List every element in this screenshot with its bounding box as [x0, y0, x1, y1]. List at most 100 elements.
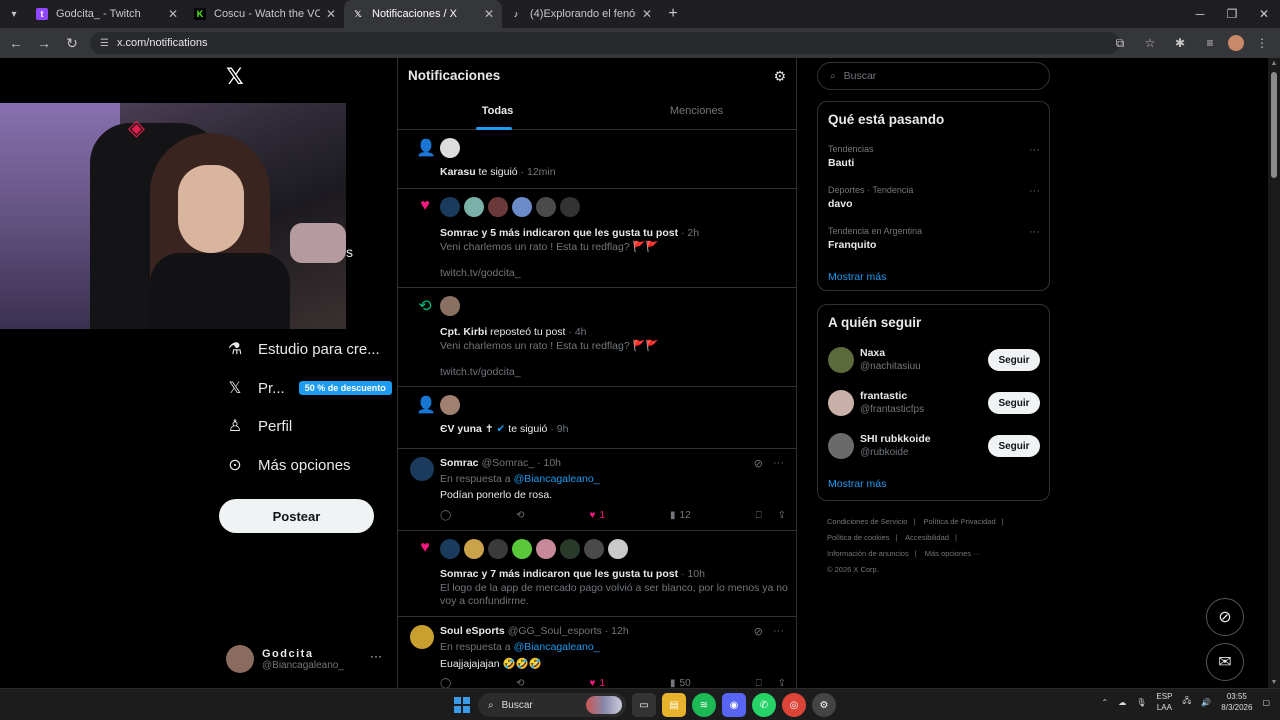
avatar[interactable]	[464, 197, 484, 217]
reply-icon[interactable]: ◯	[440, 678, 451, 688]
taskbar-search[interactable]: ⌕ Buscar	[478, 693, 626, 717]
scroll-down-icon[interactable]: ▼	[1270, 679, 1278, 686]
avatar[interactable]	[512, 197, 532, 217]
tab-twitch[interactable]: t Godcita_ - Twitch ✕	[28, 0, 186, 28]
follow-show-more-link[interactable]: Mostrar más	[828, 478, 886, 490]
address-bar[interactable]: ☰ x.com/notifications	[90, 32, 1120, 54]
account-switcher[interactable]: Godcita @Biancagaleano_ ···	[226, 643, 386, 675]
tweet-handle[interactable]: @GG_Soul_esports	[508, 625, 602, 637]
tab-kick[interactable]: K Coscu - Watch the VOD on Kick ✕	[186, 0, 344, 28]
notification-user[interactable]: Somrac	[440, 568, 479, 580]
chevron-up-icon[interactable]: ⌃	[1102, 698, 1109, 707]
notification-center-icon[interactable]: ▢	[1262, 698, 1270, 707]
nav-item-profile[interactable]: ♙ Perfil	[226, 413, 292, 439]
notification-user[interactable]: ЄV yuna ✝	[440, 423, 494, 435]
minimize-icon[interactable]: ─	[1184, 0, 1216, 28]
tweet-author[interactable]: Somrac	[440, 457, 479, 469]
more-dots-icon[interactable]: ···	[370, 649, 382, 663]
footer-link[interactable]: Más opciones ···	[925, 549, 981, 558]
footer-link[interactable]: Política de Privacidad	[924, 517, 996, 526]
discord-icon[interactable]: ◉	[722, 693, 746, 717]
new-tab-button[interactable]: +	[660, 5, 686, 23]
follow-suggestion[interactable]: frantastic @frantasticfps Seguir	[828, 388, 1040, 418]
avatar[interactable]	[536, 197, 556, 217]
post-link[interactable]: twitch.tv/godcita_	[440, 267, 521, 279]
views-button[interactable]: ▮ 50	[670, 678, 691, 688]
scrollbar-thumb[interactable]	[1271, 72, 1277, 178]
whatsapp-icon[interactable]: ✆	[752, 693, 776, 717]
volume-icon[interactable]: 🔊	[1201, 698, 1211, 707]
avatar[interactable]	[536, 539, 556, 559]
install-app-icon[interactable]: ⧉	[1108, 31, 1132, 55]
restore-icon[interactable]: ❐	[1216, 0, 1248, 28]
reply-tweet[interactable]: Somrac @Somrac_ · 10h ⊘ ··· En respuesta…	[398, 449, 796, 531]
footer-link[interactable]: Política de cookies	[827, 533, 890, 542]
tab-x-notifications[interactable]: 𝕏 Notificaciones / X ✕	[344, 0, 502, 28]
nav-item-more-options[interactable]: ⊙ Más opciones	[226, 452, 350, 478]
avatar[interactable]	[584, 539, 604, 559]
trend-item[interactable]: Tendencias Bauti ···	[828, 144, 1040, 169]
avatar[interactable]	[608, 539, 628, 559]
bookmark-icon[interactable]: ⎕	[756, 510, 762, 521]
avatar[interactable]	[488, 539, 508, 559]
windows-start-icon[interactable]	[454, 697, 470, 713]
avatar[interactable]	[488, 197, 508, 217]
trend-item[interactable]: Tendencia en Argentina Franquito ···	[828, 226, 1040, 251]
notification-item[interactable]: 👤 Karasu te siguió · 12min	[398, 130, 796, 189]
tab-search-menu[interactable]: ▾	[0, 0, 28, 28]
close-window-icon[interactable]: ✕	[1248, 0, 1280, 28]
reply-icon[interactable]: ◯	[440, 510, 451, 521]
tab-mentions[interactable]: Menciones	[597, 98, 796, 130]
avatar[interactable]	[410, 625, 434, 649]
avatar[interactable]	[560, 539, 580, 559]
avatar[interactable]	[828, 433, 854, 459]
profile-avatar-icon[interactable]	[1228, 35, 1244, 51]
follow-suggestion[interactable]: Naxa @nachitasiuu Seguir	[828, 345, 1040, 375]
notification-user[interactable]: Karasu	[440, 166, 476, 178]
follow-suggestion[interactable]: SHI rubkkoide @rubkoide Seguir	[828, 431, 1040, 461]
forward-icon[interactable]: →	[32, 31, 56, 55]
file-explorer-icon[interactable]: ▤	[662, 693, 686, 717]
close-icon[interactable]: ✕	[168, 7, 178, 21]
grok-icon[interactable]: ⊘	[754, 457, 763, 470]
share-icon[interactable]: ⇪	[778, 510, 786, 521]
steam-icon[interactable]: ⚙	[812, 693, 836, 717]
notification-user[interactable]: Somrac	[440, 227, 479, 239]
reply-tweet[interactable]: Soul eSports @GG_Soul_esports · 12h ⊘ ··…	[398, 617, 796, 688]
nav-item-creator-studio[interactable]: ⚗ Estudio para cre...	[226, 336, 380, 362]
avatar[interactable]	[464, 539, 484, 559]
more-dots-icon[interactable]: ···	[1029, 144, 1040, 156]
tweet-handle[interactable]: @Somrac_	[481, 457, 534, 469]
footer-link[interactable]: Información de anuncios	[827, 549, 909, 558]
page-scrollbar[interactable]: ▲ ▼	[1268, 58, 1280, 688]
network-icon[interactable]: 🖧	[1182, 695, 1191, 709]
trends-show-more-link[interactable]: Mostrar más	[828, 271, 886, 283]
extensions-icon[interactable]: ✱	[1168, 31, 1192, 55]
site-info-icon[interactable]: ☰	[100, 38, 109, 49]
grok-fab-button[interactable]: ⊘	[1206, 598, 1244, 636]
more-dots-icon[interactable]: ···	[1029, 226, 1040, 238]
reply-to-link[interactable]: @Biancagaleano_	[514, 641, 600, 653]
avatar[interactable]	[560, 197, 580, 217]
notification-item[interactable]: 👤 ЄV yuna ✝ ✔ te siguió · 9h	[398, 387, 796, 449]
post-link[interactable]: twitch.tv/godcita_	[440, 366, 521, 378]
gear-icon[interactable]: ⚙	[773, 68, 786, 85]
search-input[interactable]: ⌕ Buscar	[817, 62, 1050, 90]
close-icon[interactable]: ✕	[484, 7, 494, 21]
like-button[interactable]: ♥ 1	[590, 510, 606, 521]
task-view-icon[interactable]: ▭	[632, 693, 656, 717]
retweet-icon[interactable]: ⟲	[516, 510, 524, 521]
notification-item[interactable]: ♥ Somrac y 7 más indicaron que les gusta…	[398, 531, 796, 617]
avatar[interactable]	[410, 457, 434, 481]
mic-icon[interactable]: 🎙	[1136, 698, 1146, 707]
like-button[interactable]: ♥ 1	[590, 678, 606, 688]
nav-item-premium[interactable]: 𝕏 Pr... 50 % de descuento	[226, 375, 392, 401]
browser-menu-icon[interactable]: ⋮	[1250, 31, 1274, 55]
bookmark-star-icon[interactable]: ☆	[1138, 31, 1162, 55]
avatar[interactable]	[440, 539, 460, 559]
trend-item[interactable]: Deportes · Tendencia davo ···	[828, 185, 1040, 210]
clock[interactable]: 03:55 8/3/2026	[1221, 691, 1252, 713]
avatar[interactable]	[512, 539, 532, 559]
media-controls-icon[interactable]: ≡	[1198, 31, 1222, 55]
grok-icon[interactable]: ⊘	[754, 625, 763, 638]
